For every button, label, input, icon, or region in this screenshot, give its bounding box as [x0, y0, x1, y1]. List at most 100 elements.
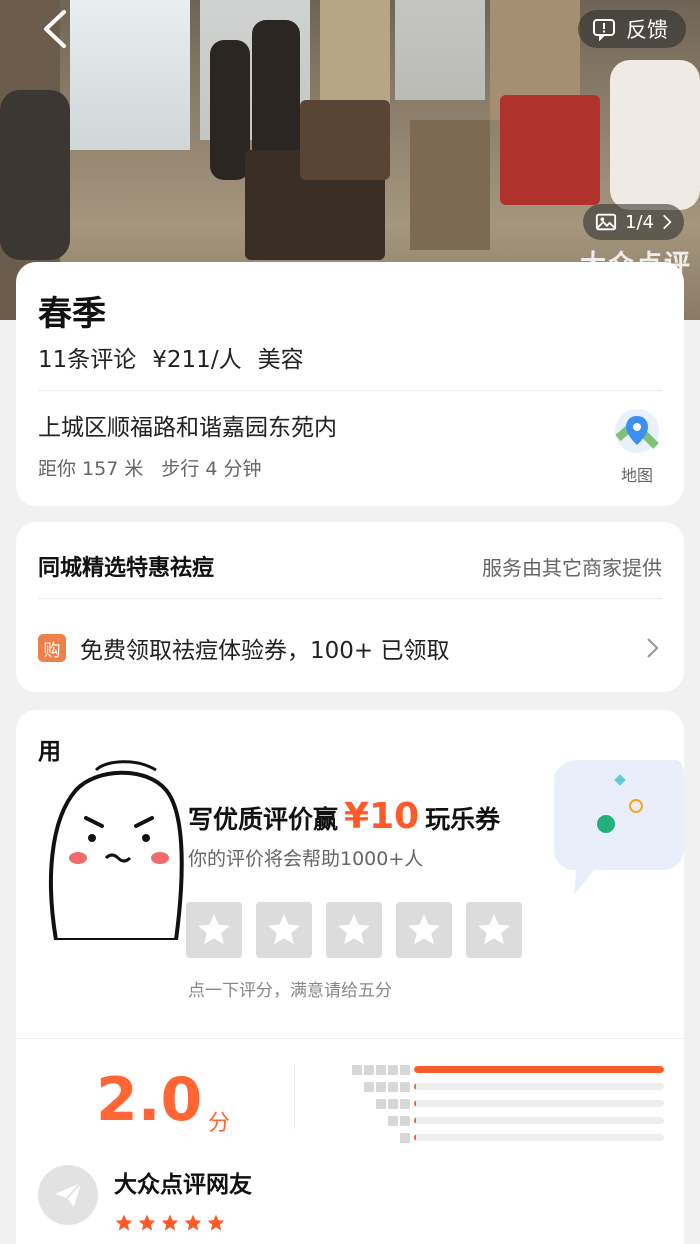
shop-info-card: 春季 11条评论 ¥211/人 美容 上城区顺福路和谐嘉园东苑内 距你 157 …	[16, 262, 684, 506]
distribution-bar-fill	[414, 1117, 416, 1124]
distribution-row	[344, 1078, 664, 1095]
mini-star-icon	[376, 1098, 386, 1109]
distribution-bar	[414, 1117, 664, 1124]
mini-star-icon	[352, 1064, 362, 1075]
distribution-bar	[414, 1100, 664, 1107]
mini-star-icon	[400, 1064, 410, 1075]
walk-time: 步行 4 分钟	[161, 458, 262, 480]
rating-star-button[interactable]	[186, 902, 242, 958]
review-count[interactable]: 11条评论	[38, 340, 136, 374]
distance-text: 距你 157 米	[38, 458, 144, 480]
star-icon	[198, 914, 230, 945]
distribution-bar	[414, 1066, 664, 1073]
chevron-right-icon	[647, 638, 659, 658]
rating-star-button[interactable]	[256, 902, 312, 958]
star-icon	[184, 1214, 202, 1231]
promo-card: 同城精选特惠祛痘 服务由其它商家提供 购 免费领取祛痘体验券，100+ 已领取	[16, 522, 684, 692]
mini-star-group	[344, 1098, 414, 1109]
promo-offer-row[interactable]: 购 免费领取祛痘体验券，100+ 已领取	[38, 628, 662, 668]
mini-star-group	[344, 1081, 414, 1092]
rating-summary: 2.0 分 大众点评网友	[16, 1038, 684, 1231]
review-card: 用 写优质评价赢 ¥10 玩乐券 你的评价将会帮助1000+人 点一下评分，满意…	[16, 710, 684, 1244]
distribution-bar	[414, 1083, 664, 1090]
cta-title-suffix: 玩乐券	[425, 805, 501, 834]
photo-counter[interactable]: 1/4	[583, 204, 684, 240]
distribution-bar-fill	[414, 1100, 416, 1107]
distribution-bar-fill	[414, 1066, 664, 1073]
distribution-row	[344, 1095, 664, 1112]
price-per-person: ¥211/人	[152, 347, 242, 373]
rating-star-button[interactable]	[396, 902, 452, 958]
message-alert-icon	[593, 19, 615, 41]
divider	[294, 1065, 295, 1129]
feedback-button[interactable]: 反馈	[578, 10, 686, 48]
mini-star-icon	[376, 1081, 386, 1092]
reviewer-stars	[114, 1213, 252, 1233]
distribution-bar-fill	[414, 1083, 416, 1090]
shop-name: 春季	[38, 294, 106, 334]
mini-star-icon	[364, 1081, 374, 1092]
feedback-label: 反馈	[626, 18, 668, 42]
buy-badge: 购	[38, 634, 66, 662]
shop-address[interactable]: 上城区顺福路和谐嘉园东苑内	[38, 408, 337, 442]
chevron-left-icon	[44, 10, 66, 48]
shop-meta: 11条评论 ¥211/人 美容	[38, 340, 304, 374]
photo-counter-text: 1/4	[625, 211, 654, 233]
paper-plane-icon	[55, 1182, 82, 1207]
star-icon	[338, 914, 370, 945]
distribution-bar	[414, 1134, 664, 1141]
star-icon	[268, 914, 300, 945]
rating-hint: 点一下评分，满意请给五分	[188, 981, 392, 1001]
map-label: 地图	[620, 466, 653, 485]
star-icon	[115, 1214, 133, 1231]
divider	[38, 598, 662, 599]
distribution-row	[344, 1129, 664, 1146]
review-cta-subtitle: 你的评价将会帮助1000+人	[188, 848, 424, 870]
chevron-right-icon	[663, 214, 672, 230]
promo-title: 同城精选特惠祛痘	[38, 556, 215, 581]
mini-star-icon	[388, 1115, 398, 1126]
mini-star-icon	[364, 1064, 374, 1075]
star-icon	[207, 1214, 225, 1231]
confused-face-sticker	[48, 760, 184, 940]
rating-star-button[interactable]	[466, 902, 522, 958]
decor-bubble-icon	[554, 760, 684, 895]
rating-distribution	[344, 1061, 664, 1146]
review-cta-title: 写优质评价赢 ¥10 玩乐券	[188, 796, 500, 837]
mini-star-group	[344, 1132, 414, 1143]
distribution-row	[344, 1112, 664, 1129]
promo-provider: 服务由其它商家提供	[482, 556, 662, 580]
image-icon	[595, 213, 617, 231]
mini-star-icon	[388, 1081, 398, 1092]
back-button[interactable]	[34, 6, 80, 52]
promo-offer-text: 免费领取祛痘体验券，100+ 已领取	[80, 638, 450, 664]
star-icon	[478, 914, 510, 945]
mini-star-icon	[400, 1098, 410, 1109]
mini-star-icon	[388, 1098, 398, 1109]
mini-star-icon	[388, 1064, 398, 1075]
star-icon	[408, 914, 440, 945]
mini-star-icon	[400, 1115, 410, 1126]
distance-info: 距你 157 米 步行 4 分钟	[38, 454, 262, 481]
map-button[interactable]: 地图	[612, 408, 662, 486]
mini-star-group	[344, 1064, 414, 1075]
reviewer-name: 大众点评网友	[114, 1172, 252, 1198]
shop-category: 美容	[257, 347, 304, 373]
mini-star-icon	[400, 1081, 410, 1092]
distribution-bar-fill	[414, 1134, 416, 1141]
star-icon	[161, 1214, 179, 1231]
cta-title-prefix: 写优质评价赢	[188, 805, 339, 834]
mini-star-icon	[400, 1132, 410, 1143]
distribution-row	[344, 1061, 664, 1078]
star-icon	[138, 1214, 156, 1231]
mini-star-icon	[376, 1064, 386, 1075]
mini-star-group	[344, 1115, 414, 1126]
average-score: 2.0	[96, 1065, 203, 1135]
rating-star-row	[186, 902, 522, 958]
reviewer[interactable]: 大众点评网友	[38, 1165, 252, 1233]
rating-star-button[interactable]	[326, 902, 382, 958]
map-pin-icon	[615, 409, 659, 453]
divider	[38, 390, 662, 391]
score-unit: 分	[208, 1111, 231, 1136]
cta-amount: ¥10	[344, 796, 420, 837]
